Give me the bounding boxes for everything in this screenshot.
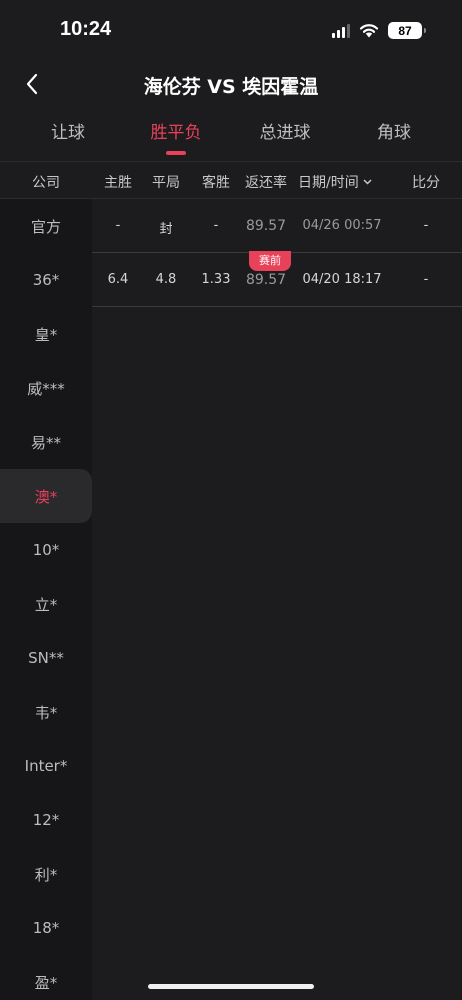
header-rate: 返还率	[245, 175, 287, 191]
table-row[interactable]: - 封 - 89.57 04/26 00:57 -	[92, 199, 462, 253]
header-home: 主胜	[104, 175, 132, 191]
company-item[interactable]: 易**	[0, 415, 92, 469]
home-odds: -	[115, 218, 121, 233]
company-item[interactable]: 皇*	[0, 307, 92, 361]
wifi-icon	[359, 24, 379, 38]
tab-label: 胜平负	[150, 123, 202, 143]
company-item[interactable]: 18*	[0, 901, 92, 955]
draw-odds: 封	[159, 222, 173, 237]
draw-odds: 4.8	[155, 272, 177, 287]
status-time: 10:24	[60, 18, 112, 40]
header-score: 比分	[412, 175, 440, 191]
header-company: 公司	[32, 175, 60, 191]
table-row[interactable]: 赛前 6.4 4.8 1.33 89.57 04/20 18:17 -	[92, 251, 462, 307]
update-datetime: 04/20 18:17	[302, 272, 382, 287]
header-away: 客胜	[202, 175, 230, 191]
page-title: 海伦芬 VS 埃因霍温	[143, 76, 319, 98]
company-item[interactable]: 立*	[0, 577, 92, 631]
tab-bar: 让球 胜平负 总进球 角球	[0, 118, 462, 160]
company-item[interactable]: 12*	[0, 793, 92, 847]
status-icons: 87	[332, 22, 426, 39]
away-odds: -	[213, 218, 219, 233]
company-sidebar: 官方 36* 皇* 威*** 易** 澳* 10* 立* SN** 韦* Int…	[0, 199, 92, 1000]
pre-match-badge: 赛前	[249, 251, 291, 271]
away-odds: 1.33	[201, 272, 231, 287]
battery-indicator: 87	[388, 22, 426, 39]
home-indicator[interactable]	[148, 984, 314, 989]
header-datetime-sort[interactable]: 日期/时间	[298, 172, 386, 192]
company-item[interactable]: 威***	[0, 361, 92, 415]
company-item[interactable]: Inter*	[0, 739, 92, 793]
status-bar: 10:24 87	[0, 0, 462, 62]
company-item[interactable]: 盈*	[0, 955, 92, 1000]
header-datetime: 日期/时间	[298, 175, 359, 191]
company-item[interactable]: 利*	[0, 847, 92, 901]
table-header: 公司 主胜 平局 客胜 返还率 日期/时间 比分	[0, 161, 462, 199]
tab-corners[interactable]: 角球	[336, 118, 452, 143]
score: -	[423, 272, 429, 287]
update-datetime: 04/26 00:57	[302, 218, 382, 233]
company-item-selected[interactable]: 澳*	[0, 469, 92, 523]
company-item[interactable]: 韦*	[0, 685, 92, 739]
odds-table: - 封 - 89.57 04/26 00:57 - 赛前 6.4 4.8 1.3…	[92, 199, 462, 1000]
chevron-down-icon	[363, 179, 372, 185]
home-odds: 6.4	[107, 272, 129, 287]
tab-win-draw-loss[interactable]: 胜平负	[118, 118, 234, 155]
company-item[interactable]: 官方	[0, 199, 92, 253]
company-item[interactable]: 10*	[0, 523, 92, 577]
company-item[interactable]: 36*	[0, 253, 92, 307]
return-rate: 89.57	[245, 218, 287, 234]
tab-active-indicator	[166, 151, 186, 155]
nav-bar: 海伦芬 VS 埃因霍温	[0, 62, 462, 108]
score: -	[423, 218, 429, 233]
tab-total-goals[interactable]: 总进球	[227, 118, 343, 143]
company-item[interactable]: SN**	[0, 631, 92, 685]
return-rate: 89.57	[245, 272, 287, 288]
header-draw: 平局	[152, 175, 180, 191]
tab-handicap[interactable]: 让球	[10, 118, 126, 143]
signal-icon	[332, 23, 350, 38]
